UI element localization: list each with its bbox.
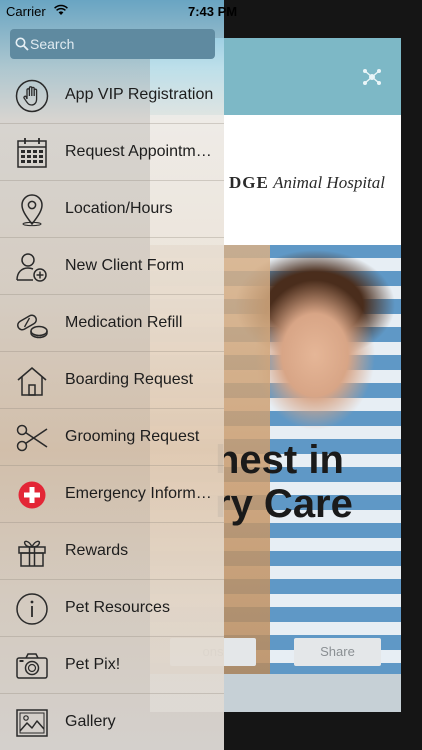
menu-item-label: App VIP Registration <box>65 86 214 103</box>
location-pin-icon <box>21 194 43 227</box>
search-icon <box>15 37 29 51</box>
clock: 7:43 PM <box>188 4 238 19</box>
menu-item-gallery[interactable]: Gallery <box>0 694 224 750</box>
menu-item-label: Grooming Request <box>65 428 200 445</box>
status-bar: Carrier 7:43 PM <box>0 0 422 22</box>
add-user-icon <box>16 253 47 282</box>
medical-cross-icon <box>18 481 46 509</box>
house-icon <box>17 366 47 396</box>
menu-item-medication-refill[interactable]: Medication Refill <box>0 295 224 352</box>
search-input[interactable] <box>30 29 210 59</box>
hero-headline: hest in ry Care <box>215 438 353 526</box>
menu-item-pet-resources[interactable]: Pet Resources <box>0 580 224 637</box>
menu-item-new-client-form[interactable]: New Client Form <box>0 238 224 295</box>
menu-item-label: Emergency Information <box>65 485 215 502</box>
share-button[interactable]: Share <box>294 638 381 666</box>
wifi-icon <box>54 4 68 15</box>
menu-item-boarding-request[interactable]: Boarding Request <box>0 352 224 409</box>
menu-item-pet-pix[interactable]: Pet Pix! <box>0 637 224 694</box>
menu-item-label: Pet Resources <box>65 599 170 616</box>
menu-item-label: Rewards <box>65 542 129 559</box>
share-network-icon[interactable] <box>361 66 383 88</box>
menu-item-label: Request Appointment <box>65 143 215 160</box>
pills-icon <box>16 314 48 339</box>
hand-icon <box>15 79 49 113</box>
menu-item-label: New Client Form <box>65 257 185 274</box>
menu-item-label: Medication Refill <box>65 314 183 331</box>
menu-item-label: Gallery <box>65 713 116 730</box>
menu-item-label: Boarding Request <box>65 371 194 388</box>
carrier-label: Carrier <box>6 4 46 19</box>
image-icon <box>16 709 48 737</box>
scissors-icon <box>16 424 48 452</box>
search-bar[interactable] <box>10 29 215 59</box>
hospital-logo-text: DGE Animal Hospital <box>228 173 385 192</box>
menu-item-location-hours[interactable]: Location/Hours <box>0 181 224 238</box>
info-icon <box>16 593 48 625</box>
menu-item-request-appointment[interactable]: Request Appointment <box>0 124 224 181</box>
menu-item-app-vip-registration[interactable]: App VIP Registration <box>0 67 224 124</box>
calendar-icon <box>17 138 47 168</box>
gift-icon <box>18 540 46 567</box>
drawer-menu: App VIP Registration Request Appointment <box>0 67 224 750</box>
menu-item-label: Pet Pix! <box>65 656 121 673</box>
menu-item-grooming-request[interactable]: Grooming Request <box>0 409 224 466</box>
menu-item-emergency-information[interactable]: Emergency Information <box>0 466 224 523</box>
menu-item-rewards[interactable]: Rewards <box>0 523 224 580</box>
side-drawer: App VIP Registration Request Appointment <box>0 0 224 750</box>
menu-item-label: Location/Hours <box>65 200 173 217</box>
camera-icon <box>16 653 48 679</box>
